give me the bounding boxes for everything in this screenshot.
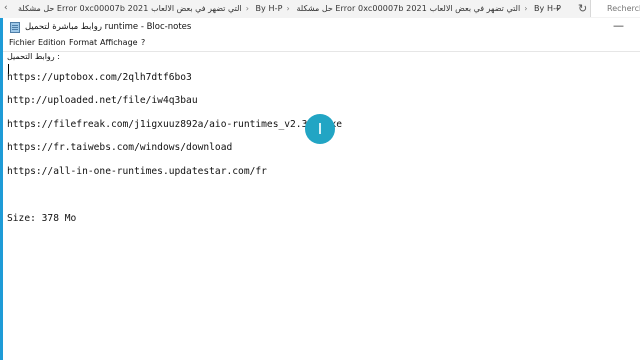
minimize-button[interactable]: — <box>613 19 624 32</box>
chevron-left-icon[interactable]: ‹ <box>4 3 8 13</box>
menu-help[interactable]: ? <box>141 38 145 47</box>
search-input[interactable]: Recherche <box>590 0 640 17</box>
menu-affichage[interactable]: Affichage <box>100 38 138 47</box>
breadcrumb: حل مشكلة Error 0xc00007b 2021 التي تضهر … <box>18 4 565 13</box>
notepad-icon <box>10 22 20 33</box>
text-editor-area[interactable]: روابط التحميل : https://uptobox.com/2qlh… <box>3 51 640 361</box>
menu-bar: Fichier Edition Format Affichage ? <box>3 37 640 51</box>
chevron-down-icon[interactable]: ⌄ <box>554 2 562 13</box>
window-title: روابط مباشرة لتحميل runtime - Bloc-notes <box>25 22 192 32</box>
breadcrumb-item[interactable]: حل مشكلة Error 0xc00007b 2021 التي تضهر … <box>297 4 521 13</box>
breadcrumb-item[interactable]: By H-P <box>255 4 282 13</box>
text-line: http://uploaded.net/file/iw4q3bau <box>7 95 198 106</box>
menu-edition[interactable]: Edition <box>38 38 66 47</box>
menu-fichier[interactable]: Fichier <box>9 38 35 47</box>
breadcrumb-item[interactable]: حل مشكلة Error 0xc00007b 2021 التي تضهر … <box>18 4 242 13</box>
text-line: روابط التحميل : <box>7 52 60 61</box>
text-line: https://fr.taiwebs.com/windows/download <box>7 142 233 153</box>
text-line: https://filefreak.com/j1igxuuz892a/aio-r… <box>7 119 343 130</box>
text-cursor-icon <box>319 123 321 134</box>
refresh-icon[interactable]: ↻ <box>578 2 587 15</box>
chevron-right-icon: › <box>524 4 528 13</box>
menu-format[interactable]: Format <box>69 38 97 47</box>
window-titlebar[interactable]: روابط مباشرة لتحميل runtime - Bloc-notes… <box>3 18 640 37</box>
browser-breadcrumb-bar: ‹ حل مشكلة Error 0xc00007b 2021 التي تضه… <box>0 0 640 19</box>
text-line: https://uptobox.com/2qlh7dtf6bo3 <box>7 72 192 83</box>
text-line: Size: 378 Mo <box>7 213 77 224</box>
chevron-right-icon: › <box>245 4 249 13</box>
text-line: https://all-in-one-runtimes.updatestar.c… <box>7 166 267 177</box>
chevron-right-icon: › <box>286 4 290 13</box>
